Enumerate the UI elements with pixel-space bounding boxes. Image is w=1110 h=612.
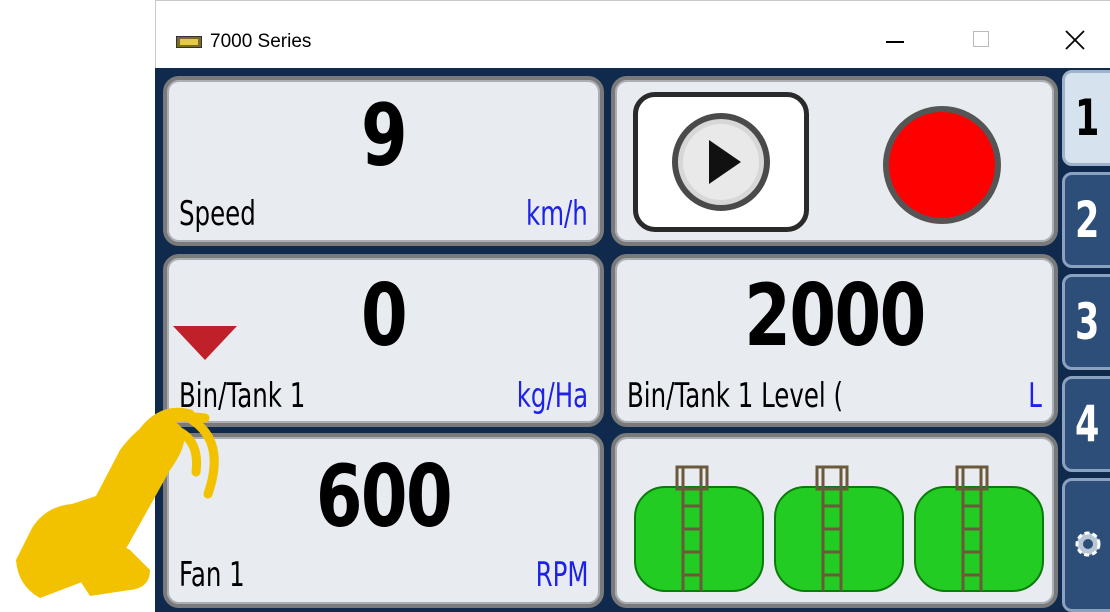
maximize-button[interactable] [951, 17, 1011, 63]
tanks-graphic [634, 465, 1044, 592]
minimize-icon [886, 41, 904, 43]
tank-3-icon [914, 465, 1044, 592]
record-button[interactable] [881, 104, 1003, 226]
gear-icon [1075, 531, 1101, 557]
playback-panel [611, 76, 1058, 246]
tank-level-unit: L [1028, 376, 1042, 416]
bin-rate-value: 0 [360, 266, 408, 366]
app-icon [176, 36, 202, 48]
bin-rate-unit: kg/Ha [516, 376, 588, 416]
fan-value: 600 [315, 447, 453, 547]
tank-1-icon [634, 465, 764, 592]
minimize-button[interactable] [864, 17, 924, 63]
page-tabs: 1 2 3 4 [1062, 70, 1110, 612]
settings-button[interactable] [1062, 478, 1110, 612]
fan-unit: RPM [535, 555, 588, 595]
tanks-panel[interactable] [611, 433, 1058, 608]
speed-label: Speed [179, 194, 256, 234]
touch-hand-icon [16, 407, 219, 598]
tab-2[interactable]: 2 [1062, 172, 1110, 268]
play-button[interactable] [633, 92, 809, 232]
close-button[interactable] [1044, 17, 1104, 63]
title-bar: 7000 Series [155, 0, 1110, 68]
speed-unit: km/h [526, 194, 588, 234]
maximize-icon [973, 31, 989, 47]
tab-3[interactable]: 3 [1062, 274, 1110, 370]
close-icon [1065, 30, 1085, 50]
tab-4[interactable]: 4 [1062, 376, 1110, 472]
tank-2-icon [774, 465, 904, 592]
play-icon [672, 113, 770, 211]
tank-level-panel[interactable]: 2000 Bin/Tank 1 Level ( L [611, 254, 1058, 427]
tank-level-label: Bin/Tank 1 Level ( [627, 376, 844, 416]
speed-value: 9 [360, 86, 408, 186]
window-title: 7000 Series [210, 31, 312, 52]
tab-1[interactable]: 1 [1062, 70, 1110, 166]
speed-panel[interactable]: 9 Speed km/h [163, 76, 604, 246]
tank-level-value: 2000 [744, 266, 926, 366]
